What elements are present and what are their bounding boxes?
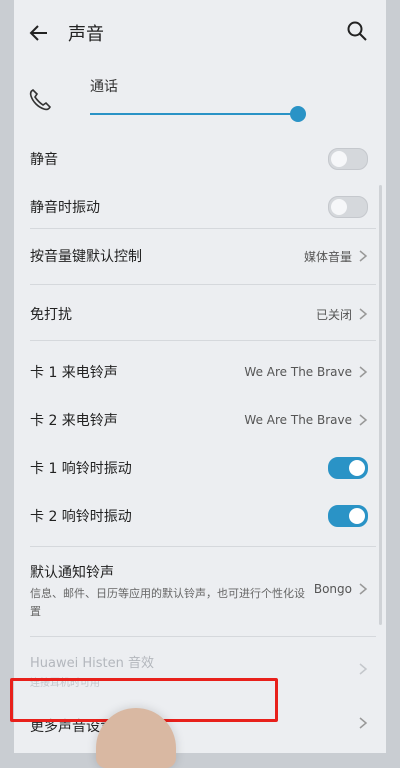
card2-ringtone-label: 卡 2 来电铃声: [30, 413, 118, 429]
call-volume-row: 通话: [14, 70, 386, 134]
card1-ringtone-label: 卡 1 来电铃声: [30, 365, 118, 381]
volume-label: 通话: [90, 79, 118, 95]
dnd-value-text: 已关闭: [315, 307, 352, 322]
divider: [30, 340, 376, 341]
volume-key-value: 媒体音量: [304, 248, 368, 265]
phone-icon: [29, 89, 51, 111]
divider: [30, 546, 376, 547]
chevron-right-icon: [359, 366, 368, 378]
notification-title: 默认通知铃声: [30, 565, 114, 581]
mute-label: 静音: [30, 152, 58, 168]
volume-key-value-text: 媒体音量: [303, 249, 352, 264]
mute-row[interactable]: 静音: [14, 144, 386, 174]
notification-value: Bongo: [314, 582, 368, 596]
notification-value-text: Bongo: [313, 582, 352, 596]
volume-key-control-row[interactable]: 按音量键默认控制 媒体音量: [14, 240, 386, 272]
search-button[interactable]: [342, 16, 372, 46]
divider: [30, 636, 376, 637]
search-icon: [347, 21, 367, 41]
mute-toggle[interactable]: [328, 148, 368, 170]
arrow-left-icon: [29, 25, 47, 41]
card1-ringtone-value-text: We Are The Brave: [244, 365, 352, 379]
chevron-right-icon: [359, 583, 368, 595]
card2-vibrate-label: 卡 2 响铃时振动: [30, 509, 132, 525]
vibrate-on-mute-label: 静音时振动: [30, 200, 100, 216]
do-not-disturb-row[interactable]: 免打扰 已关闭: [14, 298, 386, 330]
chevron-right-icon: [359, 250, 368, 262]
card1-vibrate-toggle[interactable]: [328, 457, 368, 479]
toggle-knob: [331, 199, 347, 215]
card1-vibrate-label: 卡 1 响铃时振动: [30, 461, 132, 477]
back-button[interactable]: [24, 18, 54, 48]
dnd-label: 免打扰: [30, 307, 72, 323]
divider: [30, 284, 376, 285]
card2-vibrate-toggle[interactable]: [328, 505, 368, 527]
card2-ringtone-value-text: We Are The Brave: [244, 413, 352, 427]
dnd-value: 已关闭: [316, 306, 368, 323]
scrollbar[interactable]: [379, 185, 382, 625]
call-volume-slider[interactable]: [90, 106, 306, 124]
header: 声音: [14, 0, 386, 64]
slider-track: [90, 113, 300, 115]
chevron-right-icon: [359, 308, 368, 320]
card2-vibrate-row[interactable]: 卡 2 响铃时振动: [14, 500, 386, 532]
card1-vibrate-row[interactable]: 卡 1 响铃时振动: [14, 452, 386, 484]
notification-description: 信息、邮件、日历等应用的默认铃声，也可进行个性化设置: [30, 587, 305, 618]
vibrate-on-mute-row[interactable]: 静音时振动: [14, 192, 386, 222]
chevron-right-icon: [359, 663, 368, 675]
toggle-knob: [349, 460, 365, 476]
divider: [30, 228, 376, 229]
histen-title: Huawei Histen 音效: [30, 656, 154, 671]
toggle-knob: [331, 151, 347, 167]
chevron-right-icon: [359, 717, 368, 729]
card1-ringtone-value: We Are The Brave: [244, 365, 368, 379]
volume-key-label: 按音量键默认控制: [30, 249, 142, 265]
card2-ringtone-row[interactable]: 卡 2 来电铃声 We Are The Brave: [14, 404, 386, 436]
page-title: 声音: [68, 24, 104, 45]
card1-ringtone-row[interactable]: 卡 1 来电铃声 We Are The Brave: [14, 356, 386, 388]
slider-thumb[interactable]: [290, 106, 306, 122]
vibrate-on-mute-toggle[interactable]: [328, 196, 368, 218]
screen: 声音 通话 静音 静音时振动 按音量键默认控制 媒体音量 免打扰 已关闭 卡 1…: [14, 0, 386, 753]
toggle-knob: [349, 508, 365, 524]
card2-ringtone-value: We Are The Brave: [244, 413, 368, 427]
chevron-right-icon: [359, 414, 368, 426]
